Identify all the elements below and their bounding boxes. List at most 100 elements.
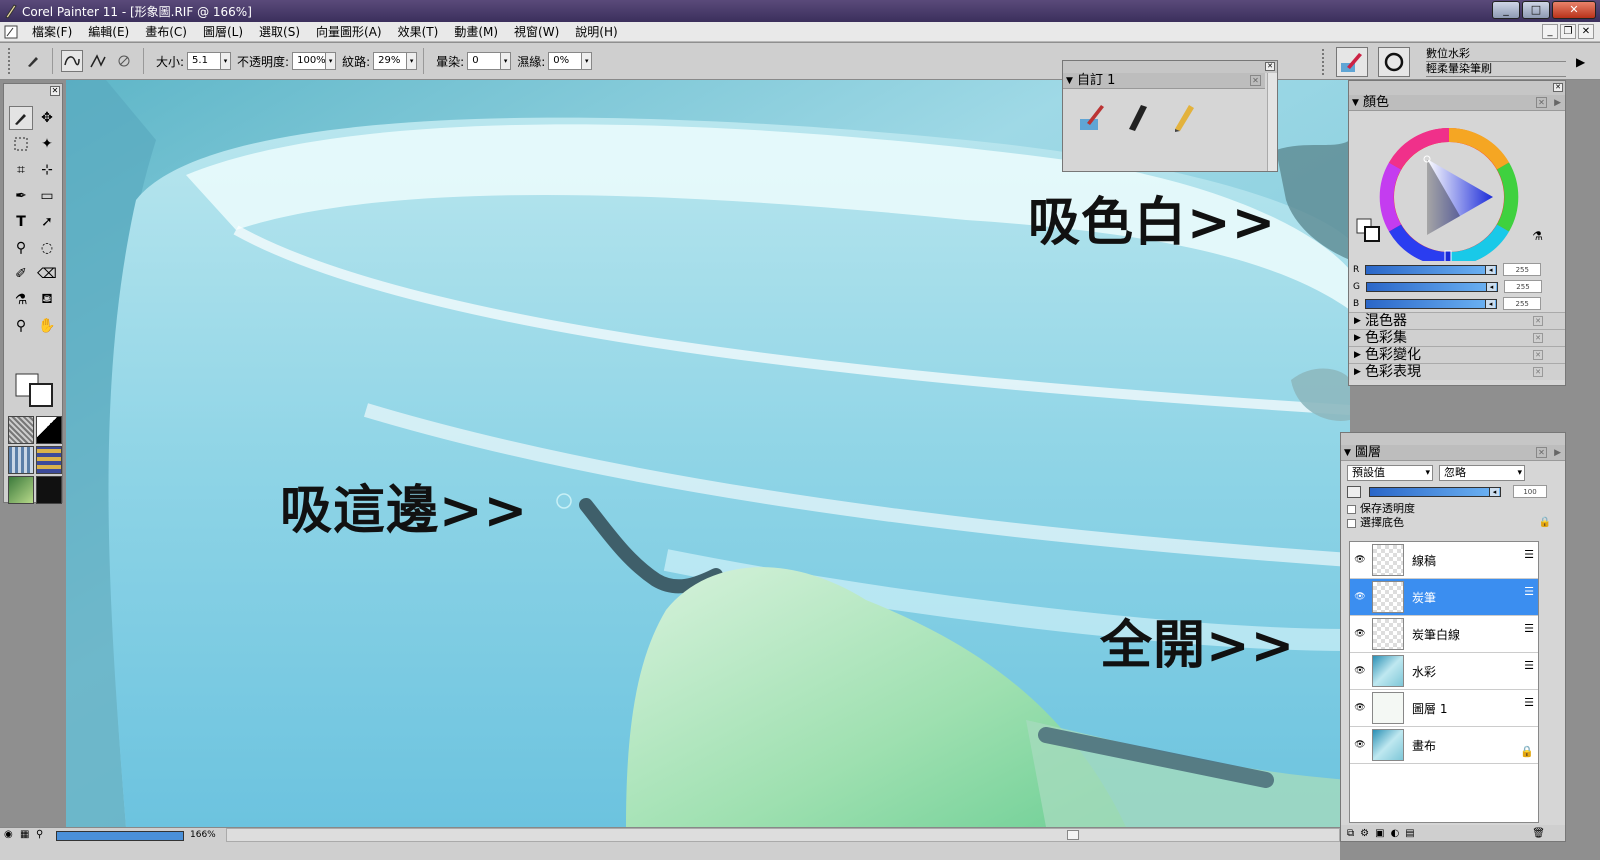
layer-row-selected[interactable]: 👁 炭筆 ☰: [1350, 579, 1538, 616]
red-value[interactable]: 255: [1503, 263, 1542, 276]
reset-brush-icon[interactable]: [113, 50, 135, 72]
wet-fringe-slider-toggle[interactable]: ▾: [582, 52, 593, 70]
layer-adjuster-icon[interactable]: ✥: [35, 106, 59, 130]
composite-method-select[interactable]: 預設值: [1347, 465, 1433, 481]
pen-icon[interactable]: ✒: [9, 184, 33, 208]
transform-icon[interactable]: ⊹: [35, 158, 59, 182]
gradient-icon[interactable]: [36, 416, 62, 444]
new-layer-icon[interactable]: ▣: [1375, 828, 1384, 839]
pencil-brush-icon[interactable]: [1169, 101, 1199, 133]
eye-icon[interactable]: 👁: [1353, 592, 1367, 602]
dynamic-plugin-icon[interactable]: ⚙: [1360, 828, 1369, 839]
layer-row[interactable]: 👁 水彩 ☰: [1350, 653, 1538, 690]
nozzle-icon[interactable]: [8, 476, 34, 504]
brush-tool-icon[interactable]: [9, 106, 33, 130]
lock-icon[interactable]: 🔒: [1539, 516, 1551, 530]
charcoal-brush-icon[interactable]: [1123, 101, 1153, 133]
look-icon[interactable]: [36, 476, 62, 504]
paper-texture-icon[interactable]: [8, 416, 34, 444]
group-icon[interactable]: ▤: [1405, 828, 1414, 839]
grid-icon[interactable]: ▦: [20, 829, 29, 840]
brush-selector-grip[interactable]: [1322, 48, 1326, 75]
custom-palette-scrollbar[interactable]: [1267, 73, 1277, 171]
wet-fringe-field[interactable]: 0%: [548, 52, 583, 70]
color-expression-subpanel[interactable]: ▶ 色彩表現 ✕: [1349, 363, 1565, 380]
menu-edit[interactable]: 編輯(E): [80, 22, 137, 42]
menu-shapes[interactable]: 向量圖形(A): [308, 22, 390, 42]
zoom-icon[interactable]: ⚲: [36, 829, 43, 840]
toolbox-close-icon[interactable]: ✕: [50, 86, 60, 96]
preserve-transparency-checkbox[interactable]: [1347, 504, 1356, 514]
layer-row[interactable]: 👁 圖層 1 ☰: [1350, 690, 1538, 727]
menu-movie[interactable]: 動畫(M): [446, 22, 506, 42]
cloner-icon[interactable]: ✐: [9, 262, 33, 286]
grain-slider-toggle[interactable]: ▾: [407, 52, 418, 70]
brush-variant-name[interactable]: 輕柔暈染筆刷: [1426, 62, 1566, 77]
freehand-stroke-icon[interactable]: [61, 50, 83, 72]
color-variability-subpanel[interactable]: ▶ 色彩變化 ✕: [1349, 346, 1565, 363]
menu-window[interactable]: 視窗(W): [506, 22, 567, 42]
green-slider[interactable]: ◂: [1365, 281, 1498, 292]
diffusion-field[interactable]: 0: [467, 52, 502, 70]
layer-row[interactable]: 👁 線稿 ☰: [1350, 542, 1538, 579]
paint-bucket-icon[interactable]: ⛾: [35, 288, 59, 312]
color-panel-close-icon[interactable]: ✕: [1553, 83, 1563, 92]
globe-icon[interactable]: ◉: [4, 829, 13, 840]
size-slider-toggle[interactable]: ▾: [221, 52, 232, 70]
scroll-thumb[interactable]: [1067, 830, 1079, 840]
grabber-hand-icon[interactable]: ✋: [35, 314, 59, 338]
diffusion-slider-toggle[interactable]: ▾: [501, 52, 512, 70]
opacity-field[interactable]: 100%: [292, 52, 327, 70]
magic-wand-icon[interactable]: ✦: [35, 132, 59, 156]
toolbar-grip[interactable]: [8, 48, 12, 74]
sample-color-icon[interactable]: ⚗: [1532, 229, 1543, 243]
composite-depth-select[interactable]: 忽略: [1439, 465, 1525, 481]
blue-value[interactable]: 255: [1503, 297, 1542, 310]
layer-opacity-value[interactable]: 100: [1513, 485, 1547, 498]
layer-commands-icon[interactable]: ⧉: [1347, 828, 1354, 839]
opacity-slider-toggle[interactable]: ▾: [326, 52, 337, 70]
brush-variant-icon[interactable]: [1378, 46, 1410, 77]
red-slider[interactable]: ◂: [1365, 264, 1498, 275]
watercolor-brush-icon[interactable]: [1077, 101, 1107, 133]
zoom-slider[interactable]: [56, 831, 184, 841]
layer-mask-icon[interactable]: ◐: [1391, 828, 1400, 839]
pick-up-color-checkbox[interactable]: [1347, 518, 1356, 528]
brush-category-name[interactable]: 數位水彩: [1426, 47, 1566, 62]
doc-minimize-button[interactable]: _: [1542, 24, 1558, 39]
magnet-icon[interactable]: ⚲: [9, 236, 33, 260]
menu-layers[interactable]: 圖層(L): [195, 22, 251, 42]
menu-effects[interactable]: 效果(T): [390, 22, 447, 42]
mixer-subpanel[interactable]: ▶ 混色器 ✕: [1349, 312, 1565, 329]
menu-select[interactable]: 選取(S): [251, 22, 308, 42]
crop-icon[interactable]: ⌗: [9, 158, 33, 182]
blue-slider-row[interactable]: B ◂ 255: [1349, 295, 1565, 312]
magnifier-icon[interactable]: ⚲: [9, 314, 33, 338]
pattern-icon[interactable]: [8, 446, 34, 474]
zoom-level[interactable]: 166%: [190, 830, 216, 840]
horizontal-scrollbar[interactable]: [226, 828, 1340, 842]
eye-icon[interactable]: 👁: [1353, 703, 1367, 713]
menu-canvas[interactable]: 畫布(C): [137, 22, 195, 42]
shape-selection-icon[interactable]: ➚: [35, 210, 59, 234]
rect-selection-icon[interactable]: [9, 132, 33, 156]
weaving-icon[interactable]: [36, 446, 62, 474]
brush-selector-arrow-icon[interactable]: ▶: [1576, 55, 1585, 69]
layer-row[interactable]: 👁 畫布 🔒: [1350, 727, 1538, 764]
rectangle-shape-icon[interactable]: ▭: [35, 184, 59, 208]
doc-close-button[interactable]: ✕: [1578, 24, 1594, 39]
layer-opacity-slider[interactable]: ◂: [1369, 486, 1501, 497]
main-color-swatch-icon[interactable]: [14, 372, 54, 408]
doc-restore-button[interactable]: ❐: [1560, 24, 1576, 39]
minimize-button[interactable]: _: [1492, 1, 1520, 19]
eye-icon[interactable]: 👁: [1353, 555, 1367, 565]
custom-palette-close-icon[interactable]: ✕: [1265, 62, 1275, 71]
size-field[interactable]: 5.1: [187, 52, 222, 70]
eraser-icon[interactable]: ⌫: [35, 262, 59, 286]
eye-icon[interactable]: 👁: [1353, 666, 1367, 676]
close-button[interactable]: ✕: [1552, 1, 1596, 19]
green-value[interactable]: 255: [1503, 280, 1542, 293]
brush-tool-icon[interactable]: [22, 50, 44, 72]
menu-file[interactable]: 檔案(F): [24, 22, 80, 42]
straight-line-icon[interactable]: [87, 50, 109, 72]
